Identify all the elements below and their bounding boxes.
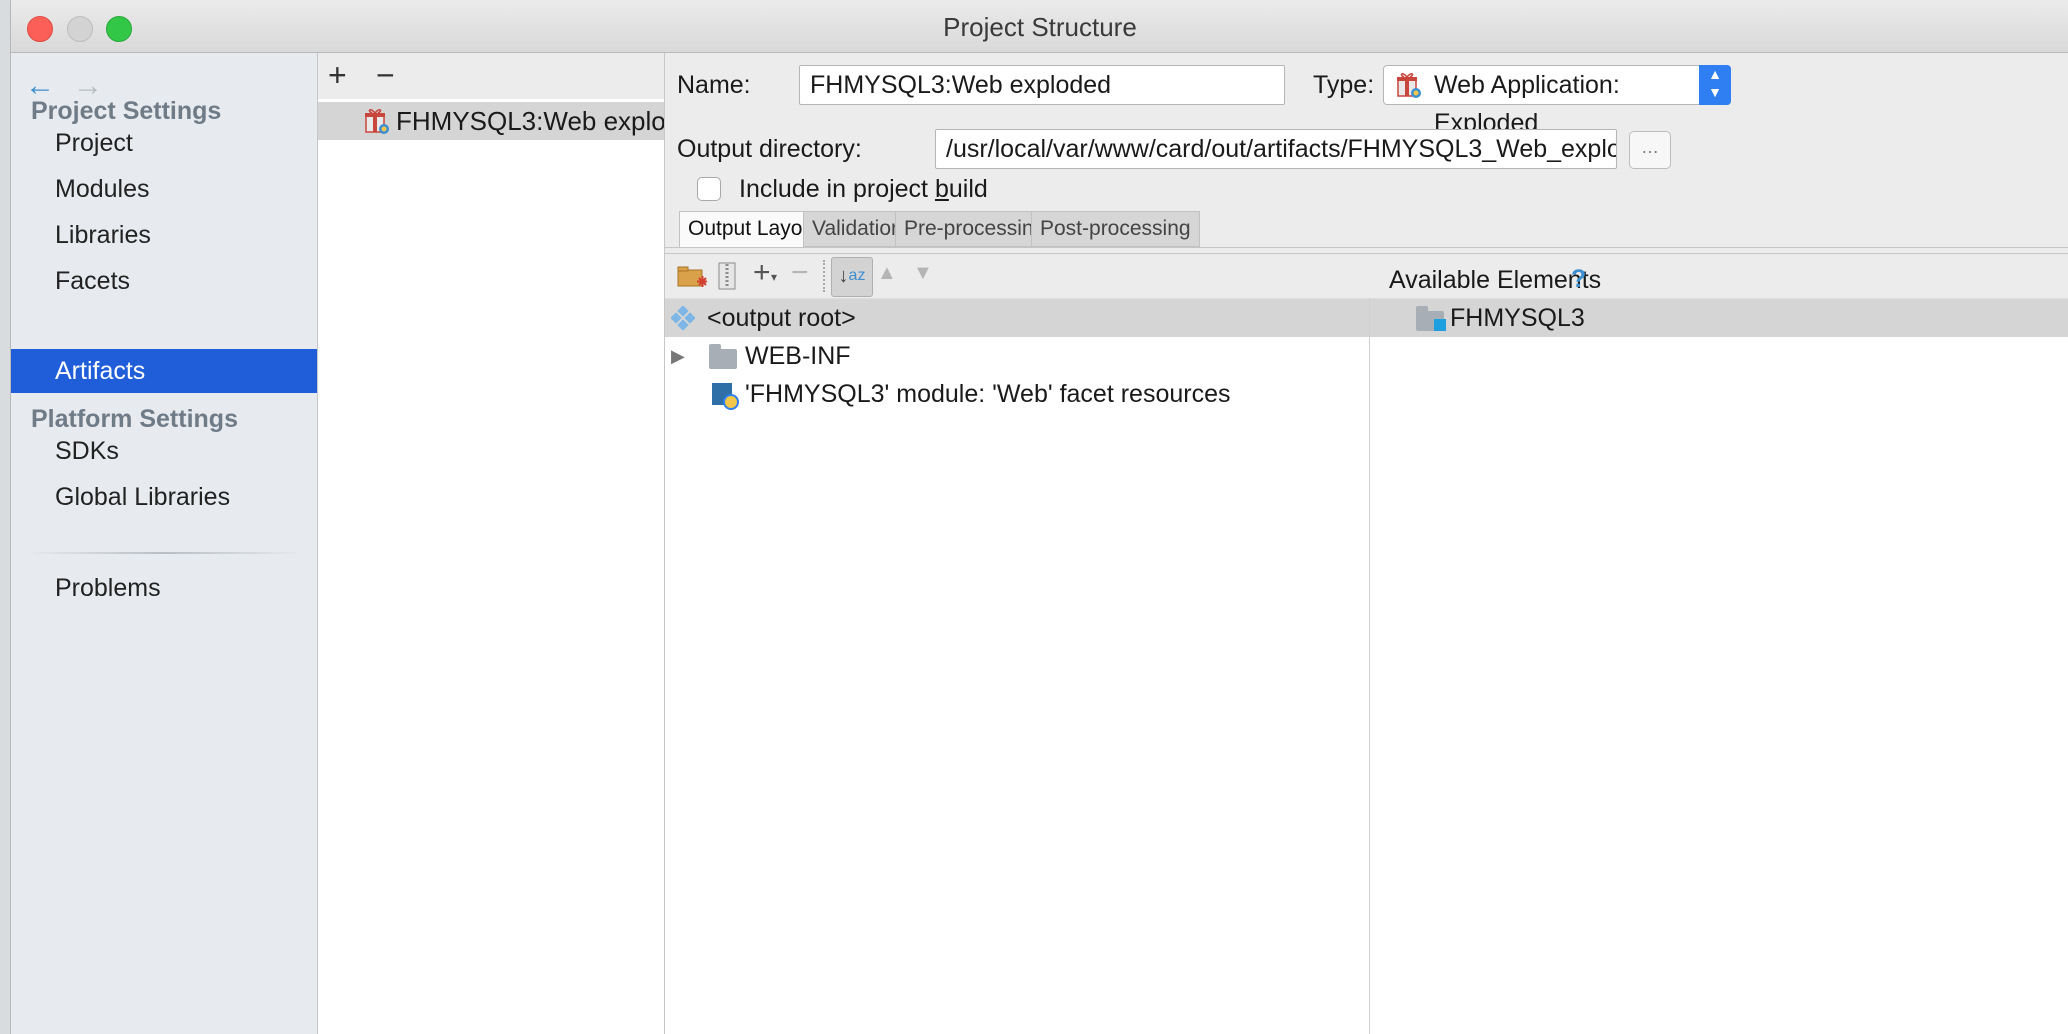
gift-artifact-icon <box>365 109 389 134</box>
module-badge-icon <box>1434 319 1446 331</box>
sort-alphabetically-icon[interactable]: ↓az <box>831 257 873 297</box>
available-item-fhmysql3[interactable]: FHMYSQL3 <box>1370 299 2068 337</box>
remove-element-icon[interactable]: − <box>791 256 809 290</box>
output-layout-toolbar: + ▾ − ↓az ▲ ▼ Available Elements ? <box>665 254 2068 298</box>
tab-post-processing[interactable]: Post-processing <box>1031 211 1200 247</box>
create-directory-icon[interactable] <box>677 264 707 290</box>
web-facet-icon <box>712 383 739 410</box>
add-artifact-button[interactable]: + <box>328 57 347 94</box>
name-field[interactable]: FHMYSQL3:Web exploded <box>799 65 1285 105</box>
output-root-icon <box>671 306 695 330</box>
title-bar: Project Structure <box>11 0 2068 53</box>
sidebar-item-artifacts[interactable]: Artifacts <box>11 349 317 393</box>
available-item-label: FHMYSQL3 <box>1450 304 1585 332</box>
type-label: Type: <box>1313 71 1375 99</box>
move-up-icon[interactable]: ▲ <box>877 262 897 285</box>
tree-item-label: WEB-INF <box>745 342 851 370</box>
dropdown-arrow-icon: ▾ <box>771 270 778 284</box>
panel-splitter[interactable] <box>1369 298 1370 1034</box>
tree-item-output-root[interactable]: <output root> <box>665 299 1369 337</box>
window-title: Project Structure <box>943 12 1137 42</box>
add-copy-of-icon[interactable]: + <box>753 256 771 290</box>
tree-item-label: <output root> <box>707 304 856 332</box>
output-directory-field[interactable]: /usr/local/var/www/card/out/artifacts/FH… <box>935 129 1617 169</box>
include-in-build-label: Include in project build <box>739 175 988 203</box>
name-label: Name: <box>677 71 751 99</box>
output-layout-content: + ▾ − ↓az ▲ ▼ Available Elements ? <outp… <box>665 253 2068 1034</box>
sidebar-divider <box>27 552 303 554</box>
artifacts-list-panel: + − FHMYSQL3:Web exploded <box>318 53 665 1034</box>
help-icon[interactable]: ? <box>1571 265 1586 294</box>
expand-triangle-icon[interactable]: ▶ <box>671 337 685 375</box>
folder-icon <box>709 344 737 369</box>
tree-item-web-inf[interactable]: ▶ WEB-INF <box>665 337 1369 375</box>
sidebar-item-libraries[interactable]: Libraries <box>11 213 317 257</box>
artifact-settings-panel: Name: FHMYSQL3:Web exploded Type: Web Ap… <box>665 53 2068 1034</box>
available-elements-header: Available Elements <box>1389 266 1602 294</box>
create-archive-icon[interactable] <box>717 262 737 290</box>
remove-artifact-button[interactable]: − <box>376 57 395 94</box>
browse-button[interactable]: … <box>1629 131 1671 169</box>
sidebar-item-facets[interactable]: Facets <box>11 259 317 303</box>
output-directory-label: Output directory: <box>677 135 862 163</box>
sidebar-item-sdks[interactable]: SDKs <box>11 429 317 473</box>
artifacts-toolbar: + − <box>318 53 664 99</box>
tree-item-facet-resources[interactable]: 'FHMYSQL3' module: 'Web' facet resources <box>665 375 1369 413</box>
project-structure-window: Project Structure ← → Project Settings P… <box>10 0 2068 1034</box>
move-down-icon[interactable]: ▼ <box>913 262 933 285</box>
type-select[interactable]: Web Application: Exploded ▲ ▼ <box>1383 65 1731 137</box>
toolbar-separator <box>823 260 827 292</box>
sidebar-item-global-libraries[interactable]: Global Libraries <box>11 475 317 519</box>
sidebar-item-problems[interactable]: Problems <box>11 566 317 610</box>
gift-artifact-icon <box>1397 73 1421 98</box>
tree-item-label: 'FHMYSQL3' module: 'Web' facet resources <box>745 380 1231 408</box>
settings-sidebar: ← → Project Settings Project Modules Lib… <box>11 53 318 1034</box>
include-in-build-checkbox[interactable] <box>697 177 721 201</box>
select-stepper-icon: ▲ ▼ <box>1699 65 1731 105</box>
sidebar-item-modules[interactable]: Modules <box>11 167 317 211</box>
artifact-list-item[interactable]: FHMYSQL3:Web exploded <box>318 102 665 140</box>
sidebar-item-project[interactable]: Project <box>11 121 317 165</box>
artifact-name: FHMYSQL3:Web exploded <box>396 106 665 136</box>
tab-underline <box>665 247 2068 248</box>
